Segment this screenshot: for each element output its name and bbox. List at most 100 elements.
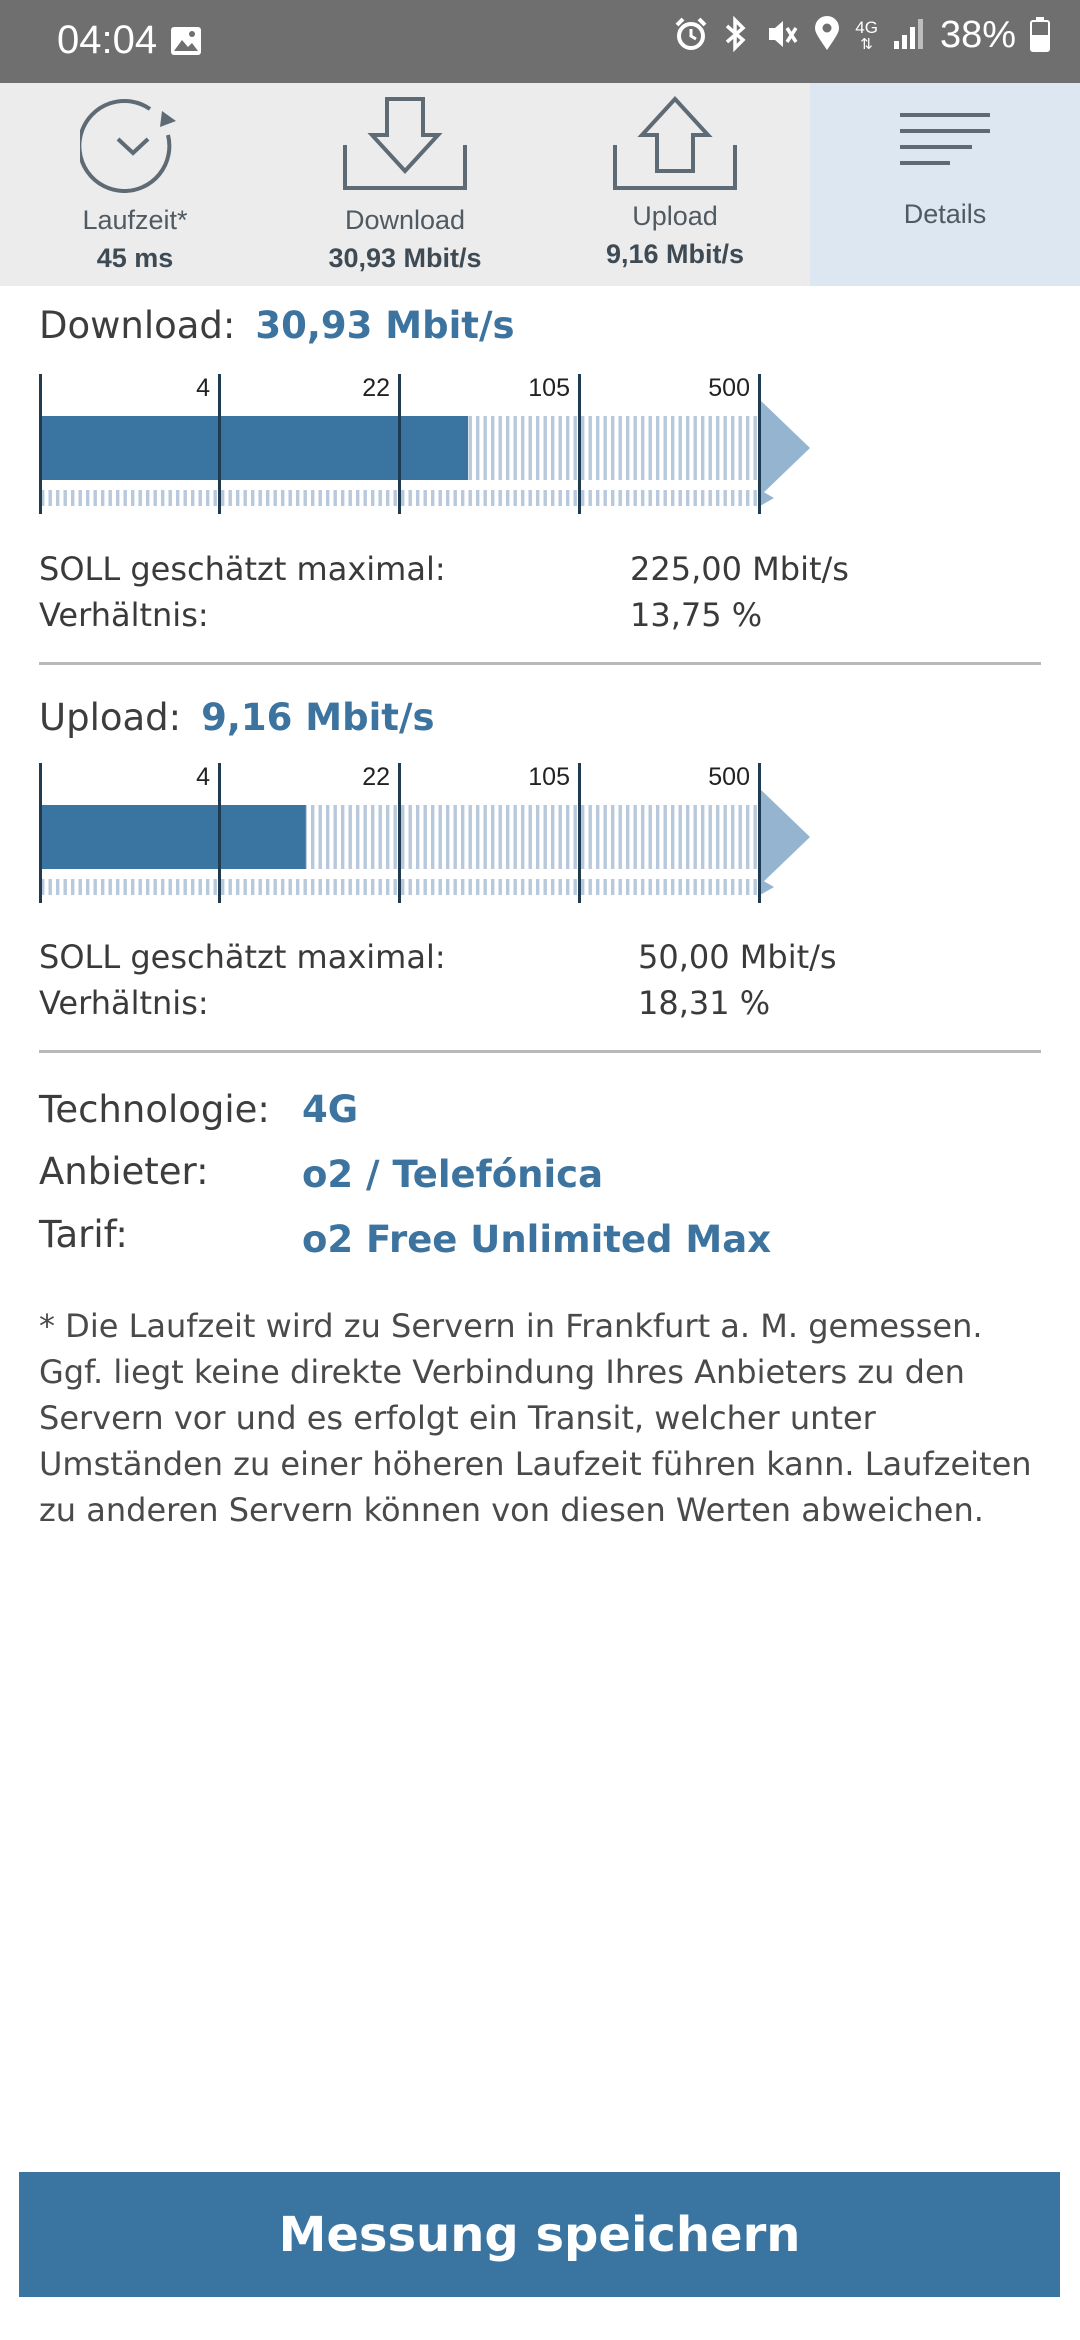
bar-track-stripe	[371, 805, 375, 869]
bar-track-stripe	[288, 490, 292, 506]
divider	[39, 1050, 1041, 1053]
bar-track-stripe	[708, 879, 712, 895]
bar-track-stripe	[723, 805, 727, 869]
bar-track-stripe	[746, 490, 750, 506]
bar-track-stripe	[596, 416, 600, 480]
download-speed-bar: 4 22 105 500	[39, 374, 810, 514]
bar-track-stripe	[363, 879, 367, 895]
technology-value: 4G	[302, 1088, 359, 1131]
tab-upload[interactable]: Upload 9,16 Mbit/s	[540, 83, 810, 286]
bar-track-stripe	[528, 879, 532, 895]
bar-track-stripe	[341, 490, 345, 506]
bar-track-stripe	[213, 879, 217, 895]
bar-track-stripe	[686, 805, 690, 869]
bar-track-stripe	[573, 490, 577, 506]
bar-track-stripe	[551, 879, 555, 895]
bar-track-stripe	[573, 805, 577, 869]
bar-track-stripe	[191, 490, 195, 506]
bar-track-stripe	[416, 879, 420, 895]
tariff-value: o2 Free Unlimited Max	[302, 1218, 772, 1261]
bar-track-stripe	[588, 490, 592, 506]
bar-track-stripe	[708, 416, 712, 480]
bar-track-stripe	[731, 416, 735, 480]
bar-track-stripe	[521, 490, 525, 506]
bar-track-stripe	[138, 879, 142, 895]
bar-track-stripe	[453, 805, 457, 869]
bar-track-stripe	[468, 805, 472, 869]
download-value: 30,93 Mbit/s	[255, 304, 515, 347]
bar-track-stripe	[543, 879, 547, 895]
bar-track-stripe	[656, 805, 660, 869]
bar-track-stripe	[266, 879, 270, 895]
bar-track-stripe	[318, 490, 322, 506]
tab-details[interactable]: Details	[810, 83, 1080, 286]
bar-track-stripe	[671, 879, 675, 895]
bar-tick-line	[398, 763, 401, 903]
bar-track-stripe	[566, 805, 570, 869]
bar-tick-line	[218, 374, 221, 514]
bar-track-stripe	[746, 879, 750, 895]
bar-track-stripe	[551, 805, 555, 869]
save-measurement-button[interactable]: Messung speichern	[19, 2172, 1060, 2297]
bar-track-stripe	[243, 490, 247, 506]
bar-track-stripe	[633, 879, 637, 895]
upload-title: Upload:	[39, 696, 182, 739]
latency-icon	[0, 95, 270, 195]
bar-track-stripe	[93, 879, 97, 895]
bar-track-stripe	[656, 490, 660, 506]
bar-track-stripe	[476, 879, 480, 895]
bar-track-stripe	[423, 879, 427, 895]
bar-track-stripe	[446, 490, 450, 506]
bar-track-stripe	[671, 416, 675, 480]
bar-track-stripe	[318, 879, 322, 895]
bar-track-stripe	[603, 879, 607, 895]
download-ratio-value: 13,75 %	[630, 596, 763, 634]
bar-tick-line	[578, 763, 581, 903]
bar-track-stripe	[581, 805, 585, 869]
bar-track-stripe	[618, 879, 622, 895]
bar-track-stripe	[153, 879, 157, 895]
bar-track-stripe	[648, 805, 652, 869]
bar-track-stripe	[371, 879, 375, 895]
bar-track-stripe	[506, 879, 510, 895]
tab-download[interactable]: Download 30,93 Mbit/s	[270, 83, 540, 286]
bar-track-stripe	[446, 805, 450, 869]
tab-upload-value: 9,16 Mbit/s	[605, 239, 745, 269]
result-tab-bar: Laufzeit* 45 ms Download 30,93 Mbit/s Up…	[0, 83, 1080, 286]
bar-tick-line	[218, 763, 221, 903]
bar-track-stripe	[71, 879, 75, 895]
bar-track-stripe	[93, 490, 97, 506]
bar-track-stripe	[326, 805, 330, 869]
tab-latency-label: Laufzeit*	[82, 205, 188, 235]
bar-track-stripe	[581, 879, 585, 895]
bar-track-stripe	[641, 805, 645, 869]
bar-track-stripe	[536, 490, 540, 506]
bar-track-stripe	[701, 805, 705, 869]
status-bar: 04:04 4G ⇅ 38%	[0, 0, 1080, 83]
tab-latency[interactable]: Laufzeit* 45 ms	[0, 83, 270, 286]
bar-track-stripe	[296, 490, 300, 506]
provider-label: Anbieter:	[39, 1150, 209, 1193]
bar-track-stripe	[378, 879, 382, 895]
bar-track-stripe	[258, 490, 262, 506]
bar-track-stripe	[581, 416, 585, 480]
bar-track-stripe	[528, 416, 532, 480]
bar-track-stripe	[461, 879, 465, 895]
bar-track-stripe	[453, 879, 457, 895]
bar-track-stripe	[438, 805, 442, 869]
bar-track-stripe	[408, 805, 412, 869]
bar-track-stripe	[416, 805, 420, 869]
tab-download-value: 30,93 Mbit/s	[328, 243, 482, 273]
bar-track-stripe	[738, 490, 742, 506]
bar-track-stripe	[423, 805, 427, 869]
menu-lines-icon	[810, 95, 1080, 175]
bar-track-stripe	[543, 805, 547, 869]
tab-latency-value: 45 ms	[96, 243, 174, 273]
bar-track-stripe	[326, 879, 330, 895]
bar-track-stripe	[131, 490, 135, 506]
signal-icon	[892, 17, 926, 55]
bar-track-stripe	[56, 490, 60, 506]
bar-track-stripe	[551, 416, 555, 480]
bar-track-stripe	[356, 879, 360, 895]
bar-track-stripe	[483, 879, 487, 895]
